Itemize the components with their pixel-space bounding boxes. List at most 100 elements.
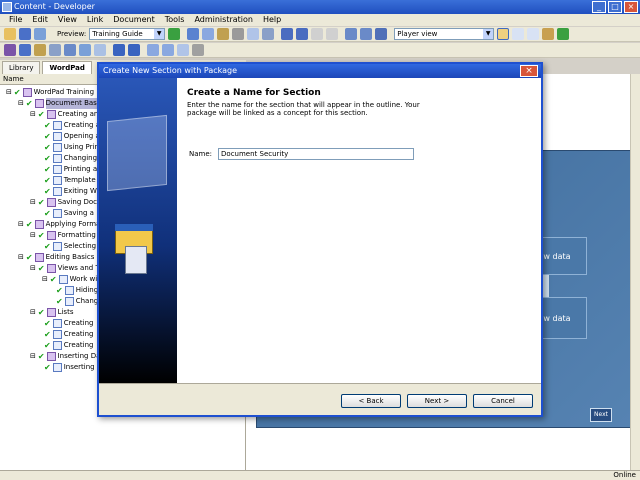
zoom-in-icon[interactable] [311,28,324,40]
topic-icon[interactable] [49,44,61,56]
section-name-input[interactable] [218,148,415,160]
tree-node[interactable]: ⊟ ✔ Views and To [30,263,103,274]
tree-node[interactable]: ⊟ ✔ Document Basics [18,98,107,109]
move-up-icon[interactable] [113,44,125,56]
import-icon[interactable] [94,44,106,56]
copy-icon[interactable] [202,28,215,40]
indent-icon[interactable] [147,44,159,56]
tree-node[interactable]: ⊟ ✔ WordPad Training [6,87,94,98]
tree-node[interactable]: ⊟ ✔ Editing Basics [18,252,94,263]
menu-edit[interactable]: Edit [27,14,53,26]
expand-toggle-icon[interactable]: ⊟ [30,230,36,241]
menu-tools[interactable]: Tools [160,14,190,26]
tree-node[interactable]: ✔ Creating [42,340,93,351]
tree-node[interactable]: ✔ Exiting W [42,186,97,197]
tree-node[interactable]: ✔ Creating [42,329,93,340]
expand-toggle-icon[interactable]: ⊟ [18,98,24,109]
slide-next-button[interactable]: Next [590,408,612,422]
maximize-button[interactable]: □ [608,1,622,13]
menu-administration[interactable]: Administration [189,14,258,26]
properties-icon[interactable] [247,28,260,40]
checkin-icon[interactable] [192,44,204,56]
tree-node[interactable]: ⊟ ✔ Creating and [30,109,103,120]
new-document-icon[interactable] [177,44,189,56]
tree-node[interactable]: ✔ Creating a [42,120,100,131]
tree-node[interactable]: ⊟ ✔ Work with [42,274,104,285]
view-select[interactable]: Player view ▼ [394,28,495,40]
save-icon[interactable] [19,28,31,40]
menu-link[interactable]: Link [82,14,108,26]
checkmark-icon: ✔ [49,275,57,284]
refresh-icon[interactable] [557,28,570,40]
go-icon[interactable] [168,28,181,40]
tree-node[interactable]: ✔ Hiding [54,285,98,296]
move-down-icon[interactable] [128,44,140,56]
tree-node[interactable]: ✔ Opening a [42,131,100,142]
delete-icon[interactable] [232,28,245,40]
menu-document[interactable]: Document [108,14,159,26]
dialog-titlebar: Create New Section with Package × [99,64,541,78]
expand-toggle-icon[interactable]: ⊟ [30,307,36,318]
find-icon[interactable] [345,28,358,40]
cut-icon[interactable] [187,28,200,40]
expand-toggle-icon[interactable]: ⊟ [18,252,24,263]
tree-node[interactable]: ✔ Changing [42,153,97,164]
undo-icon[interactable] [281,28,294,40]
package-icon[interactable] [34,44,46,56]
tree-node[interactable]: ✔ Saving a [42,208,94,219]
section-icon [46,308,56,317]
frame-icon[interactable] [64,44,76,56]
publish-icon[interactable] [542,28,555,40]
back-button[interactable]: < Back [341,394,401,408]
tree-node[interactable]: ✔ Template [42,175,96,186]
outdent-icon[interactable] [162,44,174,56]
preview-scrollbar[interactable] [630,74,640,470]
close-button[interactable]: × [624,1,638,13]
tree-node[interactable]: ✔ Inserting [42,362,95,373]
expand-toggle-icon[interactable]: ⊟ [30,351,36,362]
open-icon[interactable] [4,28,16,40]
tree-node[interactable]: ✔ Selecting [42,241,96,252]
menu-help[interactable]: Help [258,14,286,26]
print-icon[interactable] [34,28,46,40]
split-icon[interactable] [512,28,525,40]
expand-toggle-icon[interactable]: ⊟ [30,197,36,208]
help-icon[interactable] [375,28,388,40]
expand-toggle-icon[interactable]: ⊟ [42,274,48,285]
menu-view[interactable]: View [53,14,82,26]
zoom-out-icon[interactable] [326,28,339,40]
tree-node[interactable]: ✔ Chang [54,296,98,307]
link-icon[interactable] [262,28,275,40]
layout-icon[interactable] [497,28,510,40]
dialog-close-button[interactable]: × [520,65,538,77]
cancel-button[interactable]: Cancel [473,394,533,408]
redo-icon[interactable] [296,28,309,40]
section-icon[interactable] [19,44,31,56]
replace-icon[interactable] [360,28,373,40]
chevron-down-icon: ▼ [483,29,494,39]
tab-library[interactable]: Library [2,61,41,74]
record-icon[interactable] [79,44,91,56]
expand-toggle-icon[interactable]: ⊟ [30,109,36,120]
columns-icon[interactable] [527,28,540,40]
section-icon [34,99,44,108]
tree-node-label: Creating [63,319,94,327]
expand-toggle-icon[interactable]: ⊟ [18,219,24,230]
preview-select[interactable]: Training Guide ▼ [89,28,166,40]
tree-node[interactable]: ⊟ ✔ Applying Formatt [18,219,106,230]
tree-node[interactable]: ⊟ ✔ Lists [30,307,73,318]
tree-node[interactable]: ⊟ ✔ Inserting Data [30,351,107,362]
tab-wordpad[interactable]: WordPad [42,61,92,74]
tree-node[interactable]: ⊟ ✔ Formatting Pa [30,230,106,241]
outline-icon[interactable] [4,44,16,56]
expand-toggle-icon[interactable]: ⊟ [6,87,12,98]
expand-toggle-icon[interactable]: ⊟ [30,263,36,274]
menu-file[interactable]: File [4,14,27,26]
tree-node[interactable]: ✔ Creating [42,318,93,329]
tree-node[interactable]: ✔ Printing a [42,164,97,175]
minimize-button[interactable]: _ [592,1,606,13]
next-button[interactable]: Next > [407,394,467,408]
paste-icon[interactable] [217,28,230,40]
tree-node[interactable]: ✔ Using Prin [42,142,99,153]
checkmark-icon: ✔ [44,176,51,185]
